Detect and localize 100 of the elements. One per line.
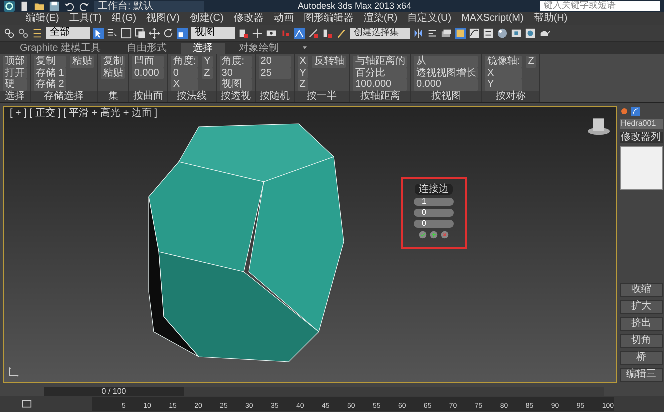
ribbon-control[interactable]: 0 [171,68,198,80]
material-editor-icon[interactable] [497,28,508,38]
axis-tripod-icon [8,366,20,378]
menu-item[interactable]: 编辑(E) [24,12,62,24]
modify-tab-icon[interactable] [631,107,640,116]
ribbon-control[interactable]: 30 [220,68,252,80]
ribbon-tab[interactable]: 对象绘制 [227,43,292,54]
app-logo-icon[interactable] [4,0,15,12]
ribbon-control[interactable]: 粘贴 [70,56,94,68]
new-file-icon[interactable] [19,0,30,12]
caddy-field[interactable]: 0 [414,209,454,217]
command-button[interactable]: 挤出 [620,317,663,331]
ribbon-control[interactable]: 0.000 [414,79,478,91]
redo-icon[interactable] [79,0,90,12]
move-icon[interactable] [149,28,160,38]
angle-snap-icon[interactable] [294,28,305,38]
ribbon-control[interactable]: 镜像轴: [485,56,522,68]
ribbon-control[interactable]: 25 [258,68,291,80]
time-slider-thumb[interactable]: 0 / 100 [44,386,184,396]
ribbon-control[interactable]: 20 [258,56,291,68]
ribbon-control[interactable]: X [298,56,308,68]
select-object-icon[interactable] [93,28,104,38]
rotate-icon[interactable] [163,28,174,38]
curve-editor-icon[interactable] [469,28,480,38]
ribbon-control[interactable]: 角度: [171,56,198,68]
command-button[interactable]: 桥 [620,351,663,365]
panel-title: 按透视 [216,91,255,102]
menu-item[interactable]: 图形编辑器 [302,12,356,24]
ribbon-tab[interactable]: 选择 [181,43,226,54]
selection-filter-dropdown[interactable]: 全部 [46,27,90,39]
ribbon-control[interactable]: 硬 [3,79,27,91]
object-name-field[interactable]: Hedra001 [620,119,663,129]
panel-title: 按随机 [256,91,294,102]
ribbon-control[interactable]: 角度: [220,56,252,68]
cancel-icon[interactable] [441,231,449,239]
modifier-stack[interactable] [620,146,663,190]
link-icon[interactable] [4,28,15,38]
ribbon-control[interactable]: 反转轴 [312,56,346,68]
ribbon-control[interactable]: Z [298,79,308,91]
workspace-dropdown[interactable]: 工作台: 默认 [94,0,204,12]
ribbon-control[interactable]: Z [202,68,213,80]
named-selection-field[interactable]: 创建选择集 [350,28,410,38]
menu-item[interactable]: 帮助(H) [532,12,570,24]
modifier-list-dropdown[interactable]: 修改器列 [620,132,663,143]
panel-title: 集 [98,91,128,102]
command-button[interactable]: 编辑三 [620,368,663,382]
command-button[interactable]: 切角 [620,334,663,348]
ribbon-control[interactable]: 顶部 [3,56,27,68]
ribbon-control[interactable]: 凹面 [132,56,164,68]
save-icon[interactable] [49,0,60,12]
viewport[interactable]: [ + ] [ 正交 ] [ 平滑 + 高光 + 边面 ] 连接边 1 0 0 [3,106,617,383]
apply-icon[interactable] [430,231,438,239]
menu-item[interactable]: 动画 [272,12,296,24]
ribbon-control[interactable]: 存储 2 [34,79,66,91]
ribbon-control[interactable]: Z [526,56,536,68]
menu-item[interactable]: 视图(V) [144,12,182,24]
ribbon-control[interactable]: Y [485,79,522,91]
menu-item[interactable]: 组(G) [110,12,139,24]
ribbon-control[interactable]: Y [202,56,213,68]
time-slider-track[interactable]: 0 / 100 [44,386,604,396]
ribbon-control[interactable]: 0.000 [132,68,164,80]
viewport-label[interactable]: [ + ] [ 正交 ] [ 平滑 + 高光 + 边面 ] [10,108,158,119]
ribbon-tab[interactable]: Graphite 建模工具 [8,43,114,54]
ribbon-control[interactable]: 复制 [34,56,66,68]
caddy-field[interactable]: 1 [414,198,454,206]
window-title: Autodesk 3ds Max 2013 x64 [298,0,412,12]
ribbon-control[interactable]: 100.000 [353,79,408,91]
menu-item[interactable]: 工具(T) [67,12,104,24]
layer-icon[interactable] [441,28,452,38]
command-button[interactable]: 扩大 [620,300,663,314]
command-button[interactable]: 收缩 [620,283,663,297]
menu-item[interactable]: 修改器 [232,12,266,24]
ribbon-control[interactable]: 百分比 [353,68,408,80]
create-tab-icon[interactable] [620,107,629,116]
ribbon-control[interactable]: 存储 1 [34,68,66,80]
ribbon-control[interactable]: 打开 [3,68,27,80]
ribbon-control[interactable]: 粘贴 [101,68,126,80]
menu-item[interactable]: 自定义(U) [406,12,454,24]
menu-item[interactable]: MAXScript(M) [460,12,526,24]
mirror-icon[interactable] [413,28,424,38]
ribbon-control[interactable]: X [171,79,198,91]
ribbon-control[interactable]: 透视视图增长 [414,68,478,80]
scale-icon[interactable] [177,28,188,38]
ribbon-control[interactable]: 与轴距离的 [353,56,408,68]
ok-icon[interactable] [419,231,427,239]
caddy-field[interactable]: 0 [414,220,454,228]
ribbon-control[interactable]: 复制 [101,56,126,68]
ribbon-control[interactable]: 视图 [220,79,252,91]
dropdown-caret-icon[interactable] [301,44,310,52]
ribbon-tab[interactable]: 自由形式 [115,43,180,54]
unlink-icon[interactable] [18,28,29,38]
ribbon-control[interactable]: 从 [414,56,478,68]
menu-item[interactable]: 渲染(R) [362,12,400,24]
undo-icon[interactable] [64,0,75,12]
panel-title: 按对称 [482,91,540,102]
ribbon-control[interactable]: Y [298,68,308,80]
menu-item[interactable]: 创建(C) [188,12,226,24]
rectangle-selection-icon[interactable] [121,28,132,38]
ribbon-control[interactable]: X [485,68,522,80]
coordinate-system-dropdown[interactable]: 视图 [191,27,235,39]
